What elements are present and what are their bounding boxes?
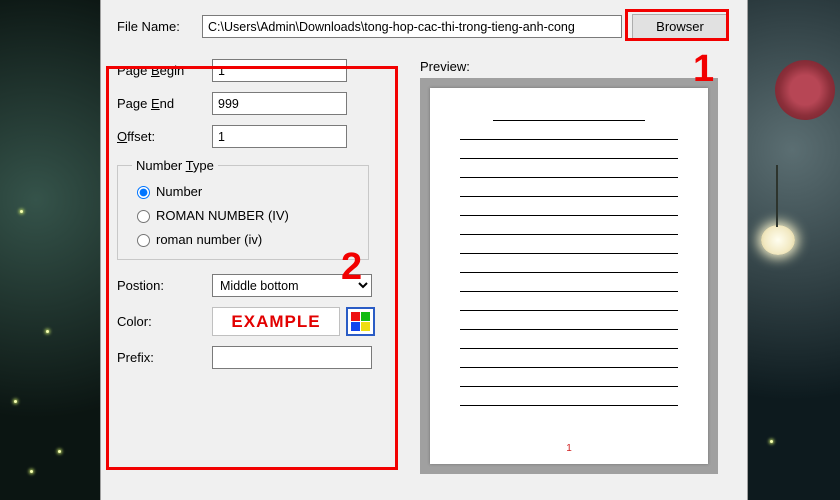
preview-page: 1 xyxy=(430,88,708,464)
radio-roman-upper[interactable]: ROMAN NUMBER (IV) xyxy=(132,207,354,223)
page-begin-label: Page Begin xyxy=(117,63,212,78)
position-label: Postion: xyxy=(117,278,212,293)
number-type-group: Number Type Number ROMAN NUMBER (IV) rom… xyxy=(117,158,369,260)
background-lantern xyxy=(761,225,795,255)
preview-box: 1 xyxy=(420,78,718,474)
file-name-label: File Name: xyxy=(117,19,202,34)
prefix-input[interactable] xyxy=(212,346,372,369)
color-example: EXAMPLE xyxy=(212,307,340,336)
radio-roman-upper-input[interactable] xyxy=(137,210,150,223)
color-label: Color: xyxy=(117,314,212,329)
background-umbrella xyxy=(768,53,840,126)
position-select[interactable]: Middle bottom xyxy=(212,274,372,297)
radio-roman-lower-input[interactable] xyxy=(137,234,150,247)
offset-input[interactable] xyxy=(212,125,347,148)
preview-label: Preview: xyxy=(420,59,731,74)
offset-label: Offset: xyxy=(117,129,212,144)
settings-panel: Page Begin Page End Offset: Number Type … xyxy=(117,59,402,474)
page-end-input[interactable] xyxy=(212,92,347,115)
page-end-label: Page End xyxy=(117,96,212,111)
color-picker-button[interactable] xyxy=(346,307,375,336)
radio-roman-lower-label: roman number (iv) xyxy=(156,232,262,247)
pagination-dialog: File Name: Browser Page Begin Page End O… xyxy=(100,0,748,500)
radio-number[interactable]: Number xyxy=(132,183,354,199)
color-swatch-icon xyxy=(351,312,370,331)
radio-number-label: Number xyxy=(156,184,202,199)
preview-page-number: 1 xyxy=(430,443,708,454)
file-name-input[interactable] xyxy=(202,15,622,38)
radio-number-input[interactable] xyxy=(137,186,150,199)
radio-roman-lower[interactable]: roman number (iv) xyxy=(132,231,354,247)
prefix-label: Prefix: xyxy=(117,350,212,365)
radio-roman-upper-label: ROMAN NUMBER (IV) xyxy=(156,208,289,223)
browser-button[interactable]: Browser xyxy=(632,14,728,39)
page-begin-input[interactable] xyxy=(212,59,347,82)
number-type-legend: Number Type xyxy=(132,158,218,173)
